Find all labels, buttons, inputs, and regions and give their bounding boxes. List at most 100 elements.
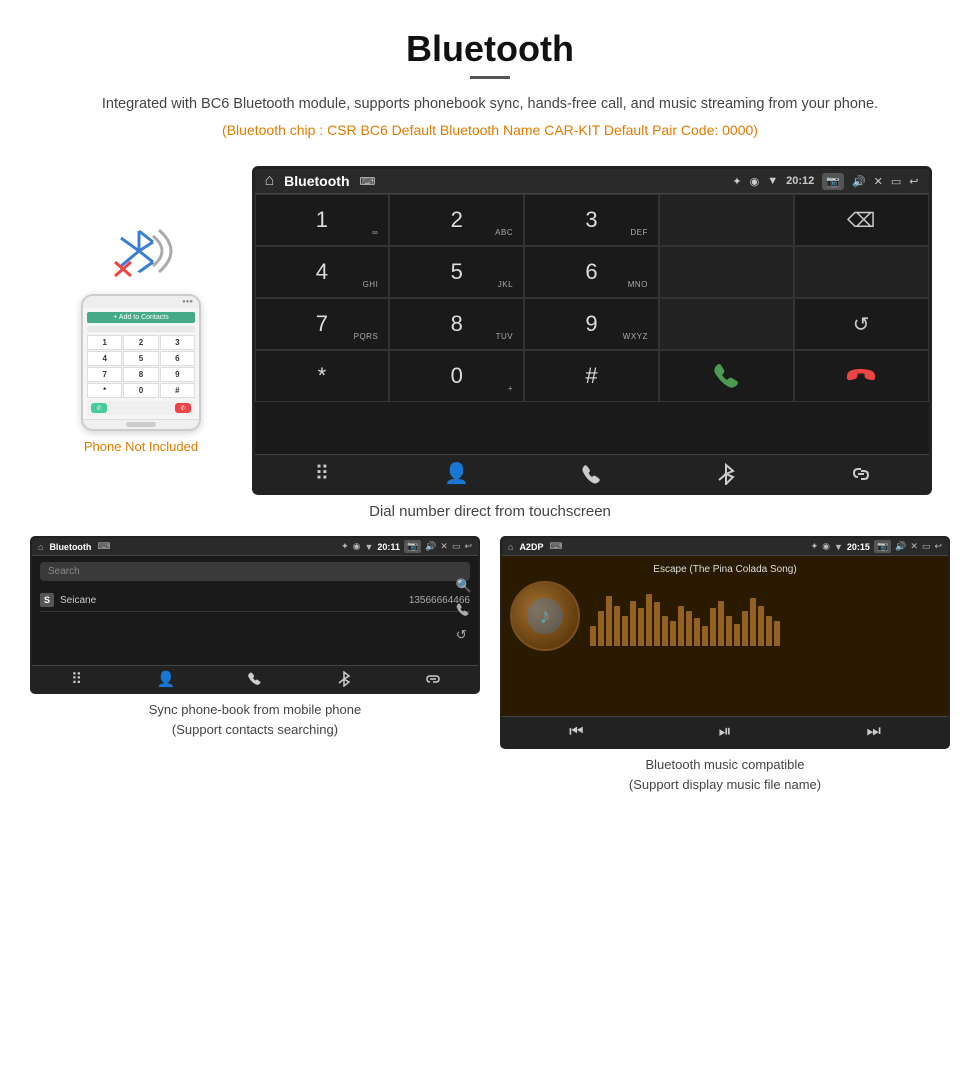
dial-key-9[interactable]: 9WXYZ	[524, 298, 659, 350]
bluetooth-info: (Bluetooth chip : CSR BC6 Default Blueto…	[60, 122, 920, 138]
dial-backspace[interactable]: ⌫	[794, 194, 929, 246]
viz-bar	[686, 611, 692, 646]
dial-key-6[interactable]: 6MNO	[524, 246, 659, 298]
phone-not-included-label: Phone Not Included	[84, 439, 198, 454]
phone-screen: + Add to Contacts 123 456 789 *0# ✆ ✆	[83, 308, 199, 419]
viz-bar	[630, 601, 636, 646]
viz-bar	[710, 608, 716, 646]
phone-side: ●●● + Add to Contacts 123 456 789 *0# ✆ …	[49, 166, 234, 454]
music-home-icon[interactable]: ⌂	[508, 542, 513, 552]
dial-reload[interactable]: ↺	[794, 298, 929, 350]
caption-line2: (Support contacts searching)	[149, 720, 361, 740]
viz-bar	[702, 626, 708, 646]
camera-icon[interactable]: 📷	[822, 173, 844, 190]
pb-user-icon[interactable]: 👤	[121, 670, 210, 688]
call-icon[interactable]	[456, 602, 472, 619]
viz-bar	[598, 611, 604, 646]
music-song-title: Escape (The Pina Colada Song)	[653, 564, 796, 575]
viz-bar	[590, 626, 596, 646]
viz-bar	[766, 616, 772, 646]
close-icon[interactable]: ✕	[874, 175, 883, 188]
phonebook-screen: ⌂ Bluetooth ⌨ ✦◉▼ 20:11 📷 🔊✕▭↩ Search S	[30, 536, 480, 694]
viz-bar	[694, 618, 700, 646]
music-time: 20:15	[847, 542, 870, 552]
back-icon[interactable]: ↩	[909, 175, 918, 188]
usb-icon: ⌨	[360, 175, 376, 188]
dial-key-8[interactable]: 8TUV	[389, 298, 524, 350]
music-prev[interactable]: ⏮	[502, 723, 651, 741]
phone-keypad: 123 456 789 *0#	[87, 335, 195, 398]
phone-green-btn: ✆	[91, 403, 107, 413]
dial-call-green[interactable]	[659, 350, 794, 402]
dial-key-0[interactable]: 0+	[389, 350, 524, 402]
dial-call-red[interactable]	[794, 350, 929, 402]
pb-link-icon[interactable]	[389, 670, 478, 688]
dialpad: 1∞ 2ABC 3DEF ⌫ 4GHI 5JKL 6MNO 7PQRS 8TUV…	[255, 194, 929, 454]
dial-key-5[interactable]: 5JKL	[389, 246, 524, 298]
viz-bar	[758, 606, 764, 646]
car-bottom-link[interactable]	[794, 461, 929, 486]
car-bottom-grid[interactable]: ⠿	[255, 461, 390, 486]
music-album-art: ♪	[510, 581, 580, 651]
main-screenshot-area: ●●● + Add to Contacts 123 456 789 *0# ✆ …	[0, 166, 980, 495]
volume-icon[interactable]: 🔊	[852, 175, 866, 188]
dial-key-7[interactable]: 7PQRS	[255, 298, 390, 350]
pb-phone-icon[interactable]	[210, 670, 299, 688]
window-icon[interactable]: ▭	[891, 175, 901, 188]
music-usb-icon: ⌨	[549, 541, 562, 552]
car-status-left: ⌂ Bluetooth ⌨	[265, 172, 376, 190]
music-caption: Bluetooth music compatible (Support disp…	[629, 755, 821, 794]
pb-time: 20:11	[377, 542, 400, 552]
dial-key-1[interactable]: 1∞	[255, 194, 390, 246]
music-status-bar: ⌂ A2DP ⌨ ✦◉▼ 20:15 📷 🔊✕▭↩	[502, 538, 948, 556]
svg-text:♪: ♪	[540, 603, 551, 628]
dial-key-2[interactable]: 2ABC	[389, 194, 524, 246]
search-placeholder: Search	[48, 566, 80, 577]
car-screen-title: Bluetooth	[284, 173, 349, 189]
dial-key-star[interactable]: *	[255, 350, 390, 402]
viz-bar	[734, 624, 740, 646]
page-header: Bluetooth Integrated with BC6 Bluetooth …	[0, 0, 980, 166]
phonebook-list: S Seicane 13566664466	[32, 585, 478, 665]
car-bottom-phone[interactable]	[524, 461, 659, 486]
viz-bar	[622, 616, 628, 646]
time-display: 20:12	[786, 175, 814, 187]
caption-line1: Sync phone-book from mobile phone	[149, 700, 361, 720]
viz-bar	[774, 621, 780, 646]
music-caption-line2: (Support display music file name)	[629, 775, 821, 795]
bluetooth-signal-icon	[101, 216, 181, 286]
viz-bar	[646, 594, 652, 646]
music-screen: ⌂ A2DP ⌨ ✦◉▼ 20:15 📷 🔊✕▭↩ Escape (The Pi…	[500, 536, 950, 749]
dial-key-3[interactable]: 3DEF	[524, 194, 659, 246]
pb-grid-icon[interactable]: ⠿	[32, 670, 121, 688]
entry-name: Seicane	[60, 595, 403, 606]
music-caption-line1: Bluetooth music compatible	[629, 755, 821, 775]
dial-empty-1	[659, 246, 794, 298]
bottom-screenshots: ⌂ Bluetooth ⌨ ✦◉▼ 20:11 📷 🔊✕▭↩ Search S	[0, 536, 980, 794]
list-item[interactable]: S Seicane 13566664466	[40, 589, 470, 612]
viz-bar	[742, 611, 748, 646]
pb-bt-icon[interactable]	[300, 670, 389, 688]
phonebook-search-bar[interactable]: Search	[40, 562, 470, 581]
car-bottom-contacts[interactable]: 👤	[389, 461, 524, 486]
viz-bar	[638, 608, 644, 646]
signal-icon: ▼	[767, 175, 778, 187]
car-bottom-bluetooth[interactable]	[659, 461, 794, 486]
search-icon[interactable]: 🔍	[456, 578, 472, 594]
music-next[interactable]: ⏭	[799, 723, 948, 741]
car-screen: ⌂ Bluetooth ⌨ ✦ ◉ ▼ 20:12 📷 🔊 ✕ ▭ ↩ 1∞ 2…	[252, 166, 932, 495]
dial-key-4[interactable]: 4GHI	[255, 246, 390, 298]
phone-add-contacts: + Add to Contacts	[87, 312, 195, 323]
viz-bar	[726, 616, 732, 646]
car-bottom-bar: ⠿ 👤	[255, 454, 929, 492]
dial-key-hash[interactable]: #	[524, 350, 659, 402]
dial-display	[659, 194, 794, 246]
reload-icon[interactable]: ↺	[456, 627, 472, 643]
viz-bar	[614, 606, 620, 646]
car-status-right: ✦ ◉ ▼ 20:12 📷 🔊 ✕ ▭ ↩	[732, 173, 918, 190]
home-icon[interactable]: ⌂	[265, 172, 275, 190]
pb-home-icon[interactable]: ⌂	[38, 542, 43, 552]
viz-bar	[654, 602, 660, 646]
music-play-pause[interactable]: ⏯	[651, 723, 800, 741]
phone-top-bar: ●●●	[83, 296, 199, 308]
